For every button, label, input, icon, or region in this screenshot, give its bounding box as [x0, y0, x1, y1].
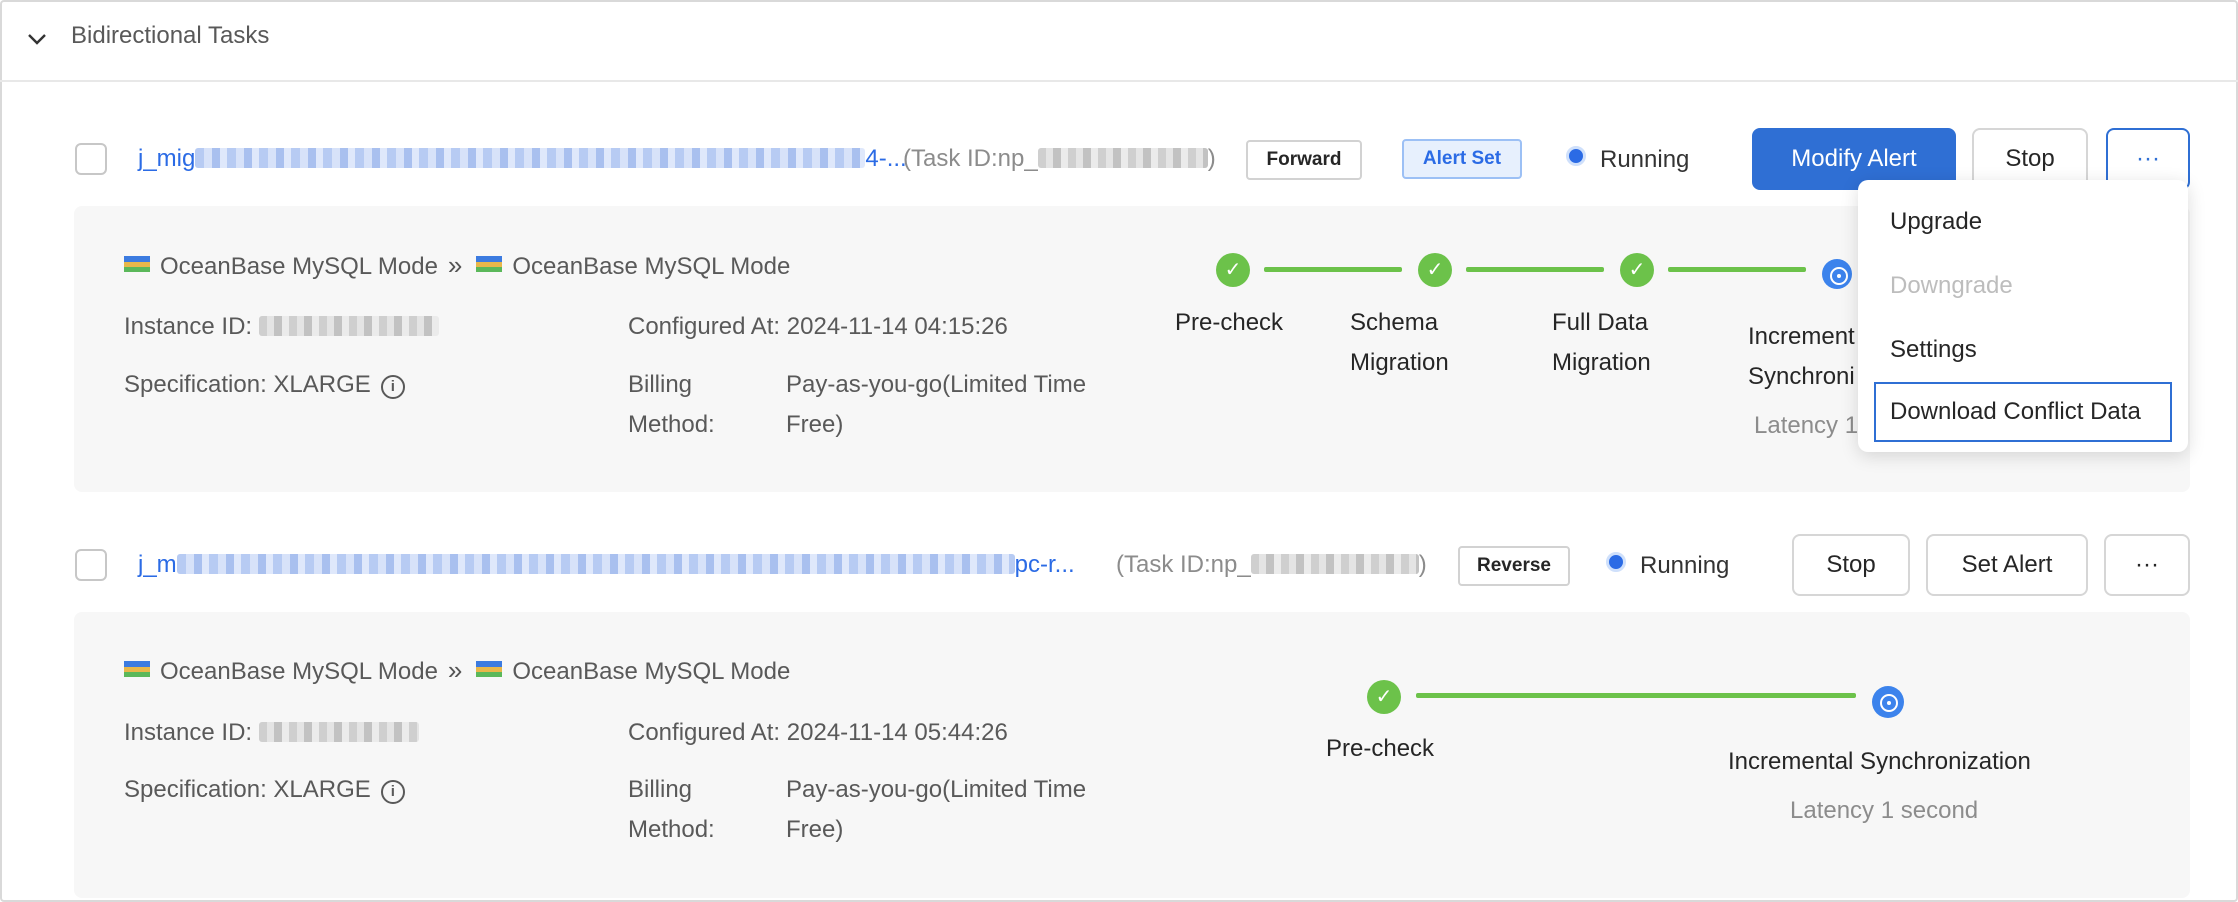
- task-name-link[interactable]: j_mig 4-...: [138, 145, 907, 173]
- target-db: OceanBase MySQL Mode: [512, 253, 791, 280]
- specification: Specification: XLARGE i: [124, 371, 405, 399]
- menu-item-download-conflict-data[interactable]: Download Conflict Data: [1874, 382, 2172, 442]
- step-connector: [1668, 267, 1806, 272]
- spec-label: Specification:: [124, 371, 267, 398]
- direction-tag: Reverse: [1458, 546, 1570, 586]
- set-alert-button[interactable]: Set Alert: [1926, 534, 2088, 596]
- task-id-suffix: ): [1207, 145, 1216, 172]
- step-label: Full Data: [1552, 309, 1649, 336]
- step-label: Migration: [1350, 349, 1449, 376]
- configured-label: Configured At:: [628, 313, 781, 340]
- alert-set-tag: Alert Set: [1402, 139, 1522, 179]
- oceanbase-logo-icon: [476, 256, 503, 272]
- step-label: Migration: [1552, 349, 1651, 376]
- specification: Specification: XLARGE i: [124, 776, 405, 804]
- oceanbase-logo-icon: [476, 661, 503, 677]
- spec-label: Specification:: [124, 776, 267, 803]
- check-icon: ✓: [1418, 253, 1452, 287]
- instance-id-label: Instance ID:: [124, 313, 253, 340]
- billing-value-line2: Free): [786, 816, 844, 843]
- oceanbase-logo-icon: [124, 256, 150, 272]
- redacted-task-id: [1250, 554, 1419, 574]
- more-actions-dropdown: Upgrade Downgrade Settings Download Conf…: [1858, 180, 2188, 452]
- more-actions-button[interactable]: ···: [2104, 534, 2190, 596]
- task-name-prefix: j_m: [138, 551, 177, 578]
- source-db: OceanBase MySQL Mode: [160, 253, 438, 280]
- billing-value-line1: Pay-as-you-go(Limited Time: [786, 371, 1087, 398]
- source-db: OceanBase MySQL Mode: [160, 658, 438, 685]
- menu-item-settings[interactable]: Settings: [1874, 320, 2172, 380]
- step-label: Increment: [1748, 323, 1855, 350]
- instance-id-label: Instance ID:: [124, 719, 253, 746]
- info-icon[interactable]: i: [380, 375, 405, 399]
- redacted-instance-id: [258, 316, 439, 336]
- step-connector: [1264, 267, 1402, 272]
- spec-value: XLARGE: [273, 371, 371, 398]
- task-id-suffix: ): [1418, 551, 1427, 578]
- task-name-suffix: 4-...: [865, 145, 907, 172]
- double-chevron-right-icon: »: [447, 250, 463, 280]
- redacted-task-id: [1037, 148, 1208, 168]
- billing-label-line2: Method:: [628, 816, 715, 843]
- task-id: (Task ID:np_): [1116, 551, 1427, 579]
- chevron-down-icon[interactable]: [24, 26, 50, 52]
- billing-value-line1: Pay-as-you-go(Limited Time: [786, 776, 1087, 803]
- configured-at: Configured At: 2024-11-14 05:44:26: [628, 719, 1008, 747]
- direction-tag: Forward: [1246, 140, 1362, 180]
- double-chevron-right-icon: »: [447, 655, 463, 685]
- task-id-prefix: (Task ID:np_: [903, 145, 1038, 172]
- menu-item-upgrade[interactable]: Upgrade: [1874, 192, 2172, 252]
- status-text: Running: [1600, 146, 1690, 173]
- instance-id: Instance ID:: [124, 313, 439, 341]
- check-icon: ✓: [1620, 253, 1654, 287]
- target-icon: [1872, 686, 1904, 718]
- status-dot: [1606, 552, 1626, 572]
- redacted-name: [195, 148, 866, 168]
- group-header[interactable]: Bidirectional Tasks: [0, 0, 2238, 82]
- billing-label-line2: Method:: [628, 411, 715, 438]
- step-label: Pre-check: [1326, 735, 1435, 762]
- billing-value-line2: Free): [786, 411, 844, 438]
- latency-text: Latency 1 second: [1790, 797, 1979, 824]
- task-id-prefix: (Task ID:np_: [1116, 551, 1251, 578]
- task-name-prefix: j_mig: [138, 145, 196, 172]
- task-id: (Task ID:np_): [903, 145, 1216, 173]
- task-name-link[interactable]: j_m pc-r...: [138, 551, 1075, 579]
- status-badge: Running: [1606, 552, 1729, 580]
- db-route: OceanBase MySQL Mode » OceanBase MySQL Mod…: [124, 655, 790, 686]
- stop-button[interactable]: Stop: [1792, 534, 1910, 596]
- step-label: Synchroni: [1748, 363, 1855, 390]
- group-title: Bidirectional Tasks: [71, 22, 270, 49]
- latency-text: Latency 1: [1754, 412, 1859, 439]
- target-icon: [1822, 259, 1852, 289]
- configured-at: Configured At: 2024-11-14 04:15:26: [628, 313, 1008, 341]
- configured-label: Configured At:: [628, 719, 781, 746]
- step-label: Schema: [1350, 309, 1439, 336]
- step-connector: [1466, 267, 1604, 272]
- step-label: Pre-check: [1175, 309, 1284, 336]
- status-badge: Running: [1566, 146, 1689, 174]
- task-checkbox[interactable]: [75, 143, 107, 175]
- menu-item-downgrade: Downgrade: [1890, 272, 2013, 299]
- check-icon: ✓: [1367, 680, 1401, 714]
- step-label: Incremental Synchronization: [1728, 748, 2031, 775]
- redacted-name: [176, 554, 1015, 574]
- status-dot: [1566, 146, 1586, 166]
- status-text: Running: [1640, 552, 1730, 579]
- check-icon: ✓: [1216, 253, 1250, 287]
- oceanbase-logo-icon: [124, 661, 150, 677]
- step-connector: [1416, 693, 1856, 698]
- configured-value: 2024-11-14 05:44:26: [786, 719, 1008, 746]
- redacted-instance-id: [258, 722, 419, 742]
- billing-label-line1: Billing: [628, 776, 693, 803]
- target-db: OceanBase MySQL Mode: [512, 658, 791, 685]
- instance-id: Instance ID:: [124, 719, 419, 747]
- billing-label-line1: Billing: [628, 371, 693, 398]
- task-name-suffix: pc-r...: [1014, 551, 1075, 578]
- task-checkbox[interactable]: [75, 549, 107, 581]
- configured-value: 2024-11-14 04:15:26: [786, 313, 1008, 340]
- db-route: OceanBase MySQL Mode » OceanBase MySQL Mod…: [124, 250, 790, 281]
- info-icon[interactable]: i: [380, 780, 405, 804]
- spec-value: XLARGE: [273, 776, 371, 803]
